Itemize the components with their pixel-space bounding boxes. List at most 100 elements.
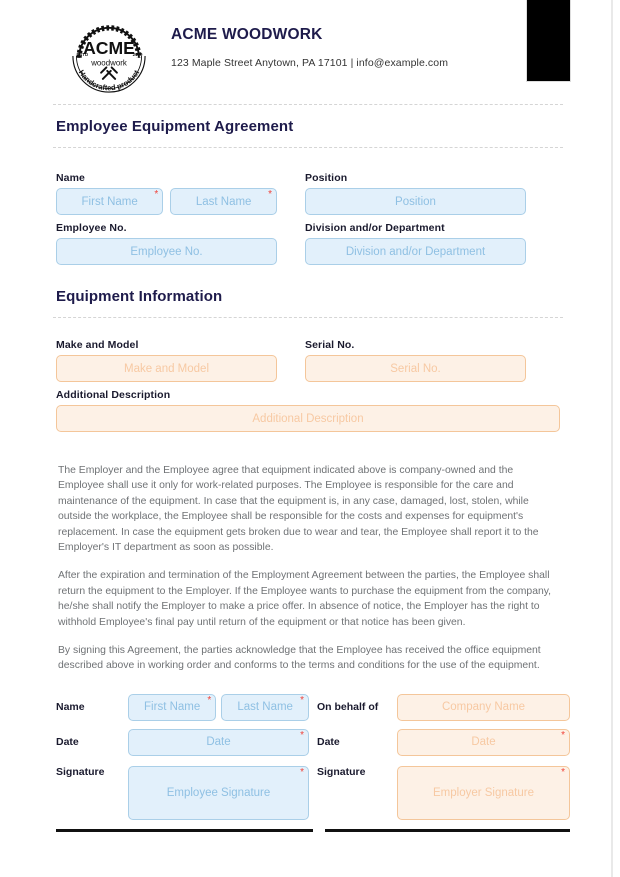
- agreement-body: The Employer and the Employee agree that…: [53, 463, 563, 674]
- employer-signature-field: Employer Signature *: [389, 765, 570, 820]
- employee-date-placeholder: Date: [206, 736, 231, 749]
- employer-date-label: Date: [317, 736, 340, 749]
- first-name-input[interactable]: First Name *: [56, 188, 164, 215]
- serial-no-label: Serial No.: [305, 339, 355, 351]
- employee-form: Name First Name * Last Name * Position P…: [53, 172, 563, 265]
- employee-no-inputs: Employee No.: [56, 238, 277, 265]
- logo-sub-text: woodwork: [90, 59, 127, 68]
- make-model-field-group: Make and Model Make and Model: [56, 339, 277, 382]
- make-model-inputs: Make and Model: [56, 355, 277, 382]
- equipment-row-2: Additional Description Additional Descri…: [56, 389, 560, 432]
- employer-signature-placeholder: Employer Signature: [433, 786, 534, 799]
- position-input[interactable]: Position: [305, 188, 526, 215]
- division-label: Division and/or Department: [305, 222, 445, 234]
- employee-no-input[interactable]: Employee No.: [56, 238, 277, 265]
- employee-no-placeholder: Employee No.: [130, 245, 203, 258]
- logo-year-text: 2000: [133, 52, 143, 57]
- employee-signature-input[interactable]: Employee Signature *: [128, 765, 309, 820]
- employee-date-input[interactable]: Date *: [128, 728, 309, 756]
- position-label: Position: [305, 172, 348, 184]
- last-name-input[interactable]: Last Name *: [170, 188, 277, 215]
- additional-description-placeholder: Additional Description: [252, 412, 364, 425]
- company-contact: 123 Maple Street Anytown, PA 17101 | inf…: [171, 57, 449, 69]
- agreement-paragraph-3: By signing this Agreement, the parties a…: [58, 645, 541, 672]
- employee-date-row: Date Date *: [56, 728, 309, 756]
- make-model-input[interactable]: Make and Model: [56, 355, 277, 382]
- employee-name-row: Name First Name * Last Name *: [56, 693, 309, 721]
- employee-name-label: Name: [56, 701, 85, 714]
- additional-description-field-group: Additional Description Additional Descri…: [56, 389, 560, 432]
- employee-row-2: Employee No. Employee No. Division and/o…: [56, 222, 560, 265]
- logo-estd-text: ESTD: [76, 52, 88, 57]
- employee-row-1: Name First Name * Last Name * Position P…: [56, 172, 560, 215]
- employer-signature-column: On behalf of Company Name Date Date * Si…: [317, 693, 570, 832]
- employer-date-inputs: Date *: [389, 728, 570, 756]
- required-asterisk: *: [300, 729, 304, 741]
- employee-sig-last-name-input[interactable]: Last Name *: [221, 693, 309, 721]
- page-title: Employee Equipment Agreement: [56, 118, 294, 135]
- employer-signature-row: Signature Employer Signature *: [317, 765, 570, 820]
- required-asterisk: *: [154, 189, 159, 200]
- name-label: Name: [56, 172, 85, 184]
- required-asterisk: *: [268, 189, 272, 200]
- division-placeholder: Division and/or Department: [345, 245, 486, 258]
- employer-company-inputs: Company Name: [389, 693, 570, 721]
- name-field-group: Name First Name * Last Name *: [56, 172, 277, 215]
- company-name-input[interactable]: Company Name: [397, 693, 570, 721]
- page-content: ACME woodwork ESTD 2000 Handcrafted prod…: [53, 0, 571, 832]
- document-header: ACME woodwork ESTD 2000 Handcrafted prod…: [53, 0, 571, 104]
- agreement-paragraph-2: After the expiration and termination of …: [58, 570, 552, 628]
- position-placeholder: Position: [395, 195, 436, 208]
- serial-no-input[interactable]: Serial No.: [305, 355, 526, 382]
- required-asterisk: *: [300, 766, 304, 778]
- brand-block: ACME WOODWORK 123 Maple Street Anytown, …: [171, 26, 448, 69]
- position-inputs: Position: [305, 188, 526, 215]
- employee-date-inputs: Date *: [128, 728, 309, 756]
- division-input[interactable]: Division and/or Department: [305, 238, 526, 265]
- employee-name-inputs: First Name * Last Name *: [128, 693, 309, 721]
- required-asterisk: *: [300, 694, 304, 706]
- employer-date-row: Date Date *: [317, 728, 570, 756]
- employer-date-input[interactable]: Date *: [397, 728, 570, 756]
- employee-signature-field: Employee Signature *: [128, 765, 309, 820]
- first-name-placeholder: First Name: [81, 195, 138, 208]
- on-behalf-of-label: On behalf of: [317, 701, 379, 714]
- division-inputs: Division and/or Department: [305, 238, 526, 265]
- document-page: ACME woodwork ESTD 2000 Handcrafted prod…: [8, 0, 612, 877]
- company-name: ACME WOODWORK: [171, 26, 323, 43]
- employee-signature-row: Signature Employee Signature *: [56, 765, 309, 820]
- additional-description-input[interactable]: Additional Description: [56, 405, 560, 432]
- employee-sig-first-name-placeholder: First Name: [144, 701, 201, 714]
- serial-no-placeholder: Serial No.: [390, 362, 441, 375]
- additional-description-inputs: Additional Description: [56, 405, 560, 432]
- additional-description-label: Additional Description: [56, 389, 171, 401]
- serial-no-field-group: Serial No. Serial No.: [305, 339, 526, 382]
- employee-signature-label: Signature: [56, 765, 105, 778]
- employee-signature-rule: [56, 828, 313, 832]
- employer-signature-label: Signature: [317, 765, 366, 778]
- employer-signature-rule: [325, 828, 570, 832]
- make-model-placeholder: Make and Model: [123, 362, 210, 375]
- employee-no-label: Employee No.: [56, 222, 127, 234]
- equipment-row-1: Make and Model Make and Model Serial No.…: [56, 339, 560, 382]
- name-inputs: First Name * Last Name *: [56, 188, 277, 215]
- position-field-group: Position Position: [305, 172, 526, 215]
- agreement-paragraph-1: The Employer and the Employee agree that…: [58, 465, 539, 554]
- logo-main-text: ACME: [83, 38, 135, 58]
- equipment-form: Make and Model Make and Model Serial No.…: [53, 339, 563, 432]
- required-asterisk: *: [207, 694, 212, 706]
- crossed-hammers-icon: [100, 66, 118, 80]
- employee-signature-column: Name First Name * Last Name * Date Date …: [56, 693, 313, 832]
- employer-signature-input[interactable]: Employer Signature *: [397, 765, 570, 820]
- make-model-label: Make and Model: [56, 339, 139, 351]
- acme-logo: ACME woodwork ESTD 2000 Handcrafted prod…: [65, 12, 153, 100]
- employee-date-label: Date: [56, 736, 79, 749]
- serial-no-inputs: Serial No.: [305, 355, 526, 382]
- employee-sig-first-name-input[interactable]: First Name *: [128, 693, 217, 721]
- employer-date-placeholder: Date: [471, 736, 496, 749]
- employee-no-field-group: Employee No. Employee No.: [56, 222, 277, 265]
- employer-company-row: On behalf of Company Name: [317, 693, 570, 721]
- company-name-placeholder: Company Name: [441, 701, 526, 714]
- employee-sig-last-name-placeholder: Last Name: [237, 701, 293, 714]
- equipment-section-heading: Equipment Information: [56, 288, 223, 305]
